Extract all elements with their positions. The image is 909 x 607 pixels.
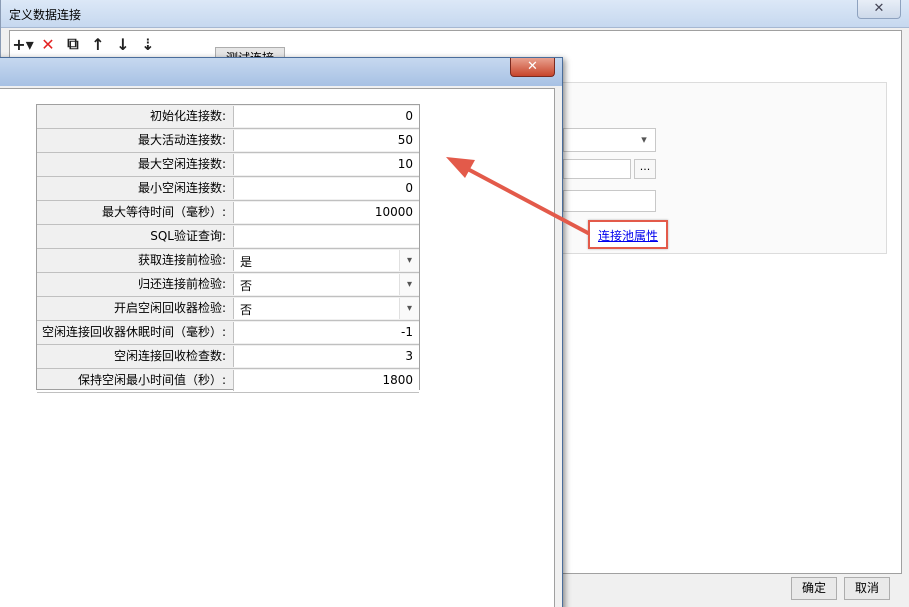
property-select-value: 否 [240, 303, 253, 317]
property-input[interactable]: 50 [233, 130, 419, 151]
property-input-value: 0 [405, 109, 413, 123]
property-row: 最小空闲连接数: 0 [37, 177, 419, 201]
copy-icon: ⧉ [67, 34, 79, 53]
property-row: 保持空闲最小时间值（秒）: 1800 [37, 369, 419, 393]
property-row: 空闲连接回收检查数: 3 [37, 345, 419, 369]
property-input[interactable] [233, 226, 419, 247]
property-label: 最大等待时间（毫秒）: [101, 205, 226, 219]
chevron-down-icon[interactable]: ▾ [399, 250, 419, 271]
property-input[interactable]: -1 [233, 322, 419, 343]
property-row: 获取连接前检验: 是 ▾ [37, 249, 419, 273]
property-row: 初始化连接数: 0 [37, 105, 419, 129]
plus-icon: +▾ [12, 34, 34, 54]
chevron-down-icon: ▾ [641, 133, 647, 146]
property-row: 开启空闲回收器检验: 否 ▾ [37, 297, 419, 321]
connection-toolbar: +▾ ✕ ⧉ ↑ ↓ ⇣ [12, 32, 158, 56]
property-input-value: -1 [401, 325, 413, 339]
url-field[interactable] [563, 159, 631, 179]
property-row: 归还连接前检验: 否 ▾ [37, 273, 419, 297]
property-label: 保持空闲最小时间值（秒）: [77, 373, 226, 387]
property-row: SQL验证查询: [37, 225, 419, 249]
browse-button[interactable]: ... [634, 159, 656, 179]
property-label: 最大活动连接数: [137, 133, 226, 147]
property-input[interactable]: 0 [233, 178, 419, 199]
property-label: 最大空闲连接数: [137, 157, 226, 171]
property-select-value: 是 [240, 255, 253, 269]
property-input-value: 10 [397, 157, 413, 171]
property-label: 归还连接前检验: [137, 277, 226, 291]
property-select[interactable]: 否 ▾ [233, 298, 419, 319]
property-label: 空闲连接回收器休眠时间（毫秒）: [41, 325, 226, 339]
property-row: 最大空闲连接数: 10 [37, 153, 419, 177]
move-up-button[interactable]: ↑ [88, 33, 108, 55]
chevron-down-icon[interactable]: ▾ [399, 298, 419, 319]
property-label: SQL验证查询: [150, 229, 226, 243]
inner-title-bar: ✕ [0, 58, 562, 86]
pool-link-highlight: 连接池属性 [588, 220, 668, 249]
close-icon: ✕ [873, 1, 885, 16]
arrow-up-icon: ↑ [91, 34, 105, 54]
property-row: 最大等待时间（毫秒）: 10000 [37, 201, 419, 225]
pool-properties-link[interactable]: 连接池属性 [598, 227, 658, 244]
close-icon: ✕ [527, 59, 538, 74]
property-label: 获取连接前检验: [137, 253, 226, 267]
sort-button[interactable]: ⇣ [138, 33, 158, 55]
sort-icon: ⇣ [141, 34, 155, 54]
copy-connection-button[interactable]: ⧉ [63, 33, 83, 55]
driver-select[interactable]: ▾ [563, 128, 656, 152]
username-field[interactable] [563, 190, 656, 212]
add-connection-button[interactable]: +▾ [12, 33, 34, 55]
property-input[interactable]: 10000 [233, 202, 419, 223]
property-grid: 初始化连接数: 0 最大活动连接数: 50 最大空闲连接数: 10 最小空闲连接数: 0 最大等… [36, 104, 420, 393]
outer-title-bar: 定义数据连接 ✕ [1, 0, 909, 28]
chevron-down-icon[interactable]: ▾ [399, 274, 419, 295]
arrow-down-icon: ↓ [116, 34, 130, 54]
outer-dialog-title: 定义数据连接 [9, 8, 82, 22]
property-select-value: 否 [240, 279, 253, 293]
property-row: 空闲连接回收器休眠时间（毫秒）: -1 [37, 321, 419, 345]
property-label: 空闲连接回收检查数: [113, 349, 226, 363]
property-input[interactable]: 1800 [233, 370, 419, 391]
inner-close-button[interactable]: ✕ [510, 58, 555, 77]
property-input-value: 0 [405, 181, 413, 195]
property-input-value: 3 [405, 349, 413, 363]
property-label: 最小空闲连接数: [137, 181, 226, 195]
property-input-value: 1800 [382, 373, 413, 387]
delete-connection-button[interactable]: ✕ [38, 33, 58, 55]
property-row: 最大活动连接数: 50 [37, 129, 419, 153]
property-input[interactable]: 3 [233, 346, 419, 367]
property-input[interactable]: 10 [233, 154, 419, 175]
property-input-value: 10000 [374, 205, 413, 219]
property-label: 开启空闲回收器检验: [113, 301, 226, 315]
outer-close-button[interactable]: ✕ [857, 0, 901, 19]
move-down-button[interactable]: ↓ [113, 33, 133, 55]
property-input-value: 50 [397, 133, 413, 147]
property-select[interactable]: 是 ▾ [233, 250, 419, 271]
delete-icon: ✕ [41, 34, 55, 54]
property-label: 初始化连接数: [149, 109, 226, 123]
ok-button[interactable]: 确定 [791, 577, 837, 600]
property-select[interactable]: 否 ▾ [233, 274, 419, 295]
cancel-button[interactable]: 取消 [844, 577, 890, 600]
property-input[interactable]: 0 [233, 106, 419, 127]
